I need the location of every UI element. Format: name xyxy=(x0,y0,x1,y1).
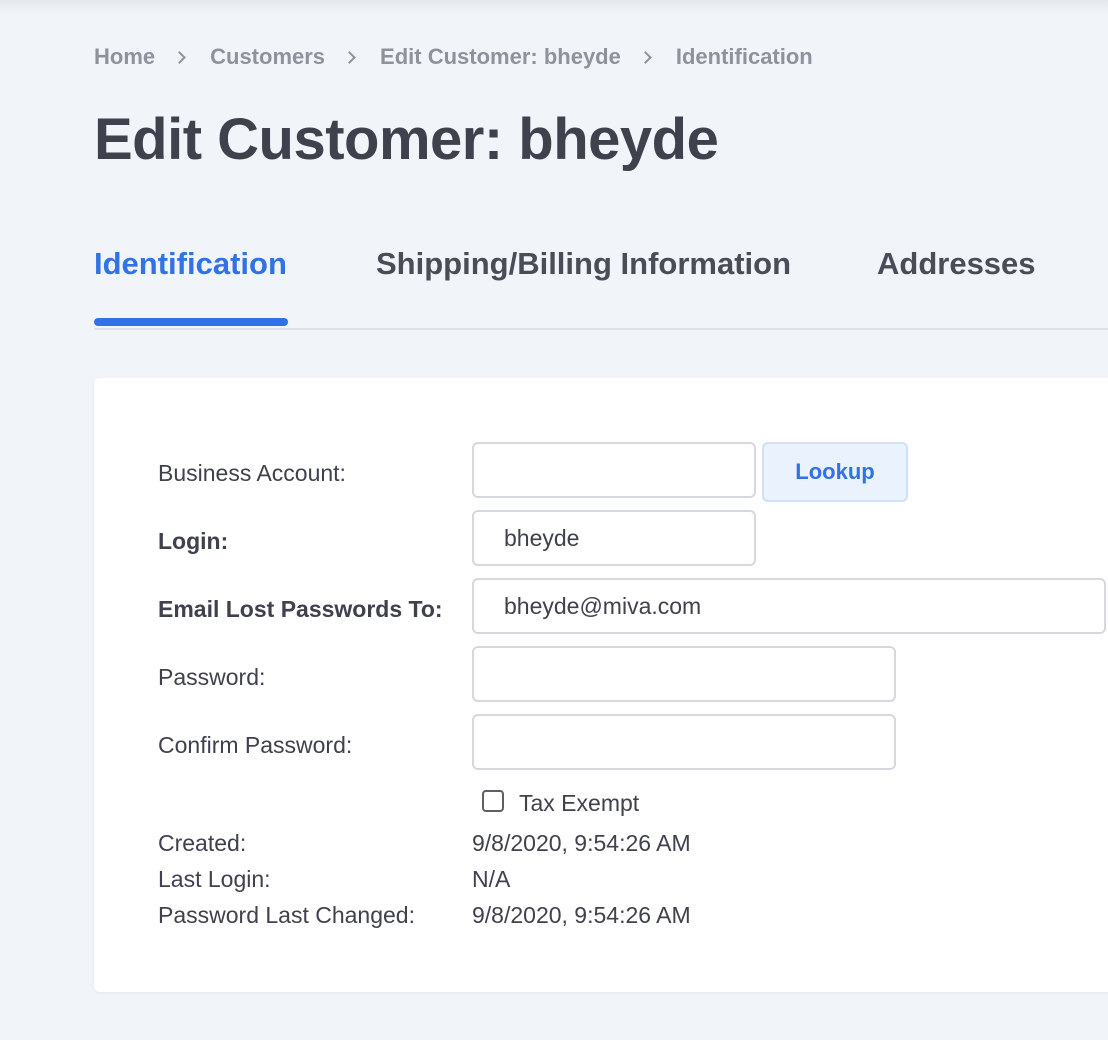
password-input[interactable] xyxy=(472,646,896,702)
page-title: Edit Customer: bheyde xyxy=(94,107,719,172)
confirm-password-label: Confirm Password: xyxy=(158,732,353,758)
tab-bar: Identification Shipping/Billing Informat… xyxy=(94,246,1108,330)
business-account-label: Business Account: xyxy=(158,460,346,486)
lookup-button[interactable]: Lookup xyxy=(762,442,908,502)
last-login-label: Last Login: xyxy=(158,866,271,892)
last-login-value: N/A xyxy=(472,866,511,892)
tab-addresses[interactable]: Addresses xyxy=(877,246,1036,282)
chevron-right-icon xyxy=(638,50,652,64)
login-label: Login: xyxy=(158,528,229,554)
tab-shipping-billing-information[interactable]: Shipping/Billing Information xyxy=(376,246,791,282)
breadcrumb: Home Customers Edit Customer: bheyde Ide… xyxy=(94,44,813,70)
password-last-changed-label: Password Last Changed: xyxy=(158,902,415,928)
created-label: Created: xyxy=(158,830,247,856)
created-value: 9/8/2020, 9:54:26 AM xyxy=(472,830,691,856)
business-account-input[interactable] xyxy=(472,442,756,498)
page: Home Customers Edit Customer: bheyde Ide… xyxy=(0,0,1108,1040)
tax-exempt-checkbox[interactable] xyxy=(482,790,504,812)
active-tab-indicator xyxy=(94,318,288,326)
password-label: Password: xyxy=(158,664,266,690)
tab-identification[interactable]: Identification xyxy=(94,246,287,282)
login-input[interactable] xyxy=(472,510,756,566)
breadcrumb-customers[interactable]: Customers xyxy=(210,44,325,70)
email-lost-passwords-input[interactable] xyxy=(472,578,1106,634)
top-shadow xyxy=(0,0,1108,14)
identification-form-card: Business Account: Lookup Login: Email Lo… xyxy=(94,378,1108,992)
breadcrumb-home[interactable]: Home xyxy=(94,44,155,70)
confirm-password-input[interactable] xyxy=(472,714,896,770)
breadcrumb-edit-customer[interactable]: Edit Customer: bheyde xyxy=(380,44,621,70)
chevron-right-icon xyxy=(173,50,186,64)
tax-exempt-label[interactable]: Tax Exempt xyxy=(519,790,639,817)
breadcrumb-identification: Identification xyxy=(675,44,813,69)
chevron-right-icon xyxy=(343,50,356,64)
email-lost-passwords-label: Email Lost Passwords To: xyxy=(158,596,443,622)
password-last-changed-value: 9/8/2020, 9:54:26 AM xyxy=(472,902,691,928)
